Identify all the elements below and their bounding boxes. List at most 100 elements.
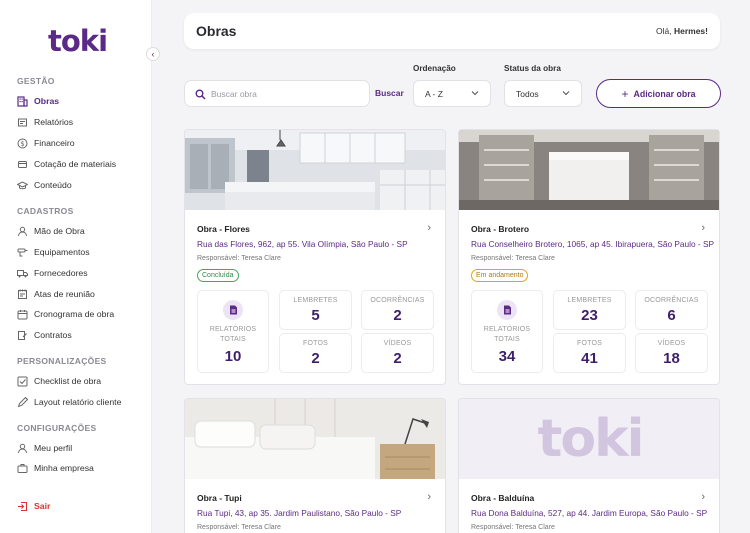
sidebar-item-label: Contratos: [34, 330, 72, 340]
chevron-left-icon: ‹: [151, 49, 155, 59]
project-address: Rua Conselheiro Brotero, 1065, ap 45. Ib…: [471, 239, 715, 249]
sidebar-item-label: Mão de Obra: [34, 226, 85, 236]
sidebar-item-equipamentos[interactable]: Equipamentos: [17, 245, 90, 259]
truck-icon: [17, 268, 28, 279]
chevron-down-icon: [471, 89, 479, 99]
order-select[interactable]: A - Z: [413, 80, 491, 107]
logout-icon: [17, 501, 28, 512]
sidebar-item-label: Equipamentos: [34, 247, 90, 257]
dollar-icon: $: [17, 138, 28, 149]
page-title: Obras: [196, 23, 237, 39]
stat-photos: FOTOS 41: [553, 333, 626, 373]
plus-icon: +: [621, 86, 629, 101]
pencil-icon: [17, 396, 28, 408]
stat-label: VÍDEOS: [383, 340, 412, 347]
sidebar-item-contratos[interactable]: Contratos: [17, 328, 72, 342]
sidebar-item-label: Cronograma de obra: [34, 309, 115, 319]
user-greeting: Olá, Hermes!: [656, 26, 708, 36]
project-card-brotero[interactable]: Obra - Brotero › Rua Conselheiro Brotero…: [458, 129, 720, 385]
search-input[interactable]: [211, 87, 361, 101]
report-icon: [223, 300, 243, 320]
project-responsible: Responsável: Teresa Clare: [197, 524, 281, 531]
chevron-right-icon[interactable]: ›: [427, 222, 431, 234]
stat-reminders: LEMBRETES 5: [279, 290, 352, 330]
sidebar-item-label: Meu perfil: [34, 443, 73, 453]
sidebar-collapse-button[interactable]: ‹: [146, 47, 160, 61]
sidebar-item-obras[interactable]: Obras: [17, 94, 59, 108]
project-card-balduina[interactable]: toki Obra - Balduína › Rua Dona Balduína…: [458, 398, 720, 533]
sidebar-item-conteudo[interactable]: Conteúdo: [17, 178, 72, 192]
stat-value: 2: [311, 350, 320, 367]
sidebar-item-mao-de-obra[interactable]: Mão de Obra: [17, 224, 85, 238]
checklist-icon: [17, 376, 28, 387]
status-select[interactable]: Todos: [504, 80, 582, 107]
stat-label: RELATÓRIOS TOTAIS: [209, 326, 257, 343]
sidebar-item-label: Obras: [34, 96, 60, 106]
sidebar-item-financeiro[interactable]: $ Financeiro: [17, 136, 75, 150]
stat-value: 2: [393, 307, 402, 324]
stat-label: VÍDEOS: [657, 340, 686, 347]
sidebar-item-label: Checklist de obra: [34, 376, 102, 386]
project-photo-closet: [459, 130, 719, 210]
building-icon: [17, 95, 28, 107]
sidebar-item-label: Financeiro: [34, 138, 75, 148]
status-label: Status da obra: [504, 64, 561, 73]
sidebar-item-fornecedores[interactable]: Fornecedores: [17, 266, 88, 280]
stat-label: RELATÓRIOS TOTAIS: [483, 326, 531, 343]
status-badge: Em andamento: [471, 269, 529, 282]
section-title-gestao: GESTÃO: [17, 76, 55, 86]
document-icon: [17, 117, 28, 128]
stat-reports: RELATÓRIOS TOTAIS 34: [471, 290, 543, 373]
graduation-cap-icon: [17, 180, 28, 191]
project-card-flores[interactable]: Obra - Flores › Rua das Flores, 962, ap …: [184, 129, 446, 385]
sidebar-item-cronograma[interactable]: Cronograma de obra: [17, 307, 114, 321]
search-button[interactable]: Buscar: [375, 88, 404, 98]
chevron-right-icon[interactable]: ›: [701, 222, 705, 234]
notes-icon: [17, 289, 28, 300]
project-responsible: Responsável: Teresa Clare: [471, 255, 555, 262]
sidebar-item-label: Atas de reunião: [34, 289, 95, 299]
sidebar-item-label: Layout relatório cliente: [34, 397, 122, 407]
stat-reminders: LEMBRETES 23: [553, 290, 626, 330]
sidebar-item-layout-relatorio[interactable]: Layout relatório cliente: [17, 395, 121, 409]
page-header: Obras Olá, Hermes!: [184, 13, 720, 49]
sidebar-item-relatorios[interactable]: Relatórios: [17, 115, 73, 129]
sidebar-item-cotacao[interactable]: Cotação de materiais: [17, 157, 116, 171]
chevron-right-icon[interactable]: ›: [701, 491, 705, 503]
stat-label: OCORRÊNCIAS: [370, 297, 425, 304]
status-value: Todos: [516, 88, 539, 99]
person-icon: [17, 226, 28, 237]
sidebar-item-minha-empresa[interactable]: Minha empresa: [17, 461, 94, 475]
project-placeholder-logo: toki: [459, 399, 719, 479]
briefcase-icon: [17, 463, 28, 474]
chevron-down-icon: [562, 89, 570, 99]
project-photo-bedroom: [185, 399, 445, 479]
stat-value: 10: [224, 348, 242, 365]
project-title: Obra - Brotero: [471, 224, 530, 234]
person-icon: [17, 443, 28, 454]
logout-label: Sair: [34, 501, 51, 511]
project-address: Rua Dona Balduína, 527, ap 44. Jardim Eu…: [471, 508, 708, 518]
stat-reports: RELATÓRIOS TOTAIS 10: [197, 290, 269, 373]
project-responsible: Responsável: Teresa Clare: [471, 524, 555, 531]
stat-label: OCORRÊNCIAS: [644, 297, 699, 304]
stat-occurrences: OCORRÊNCIAS 2: [361, 290, 434, 330]
chevron-right-icon[interactable]: ›: [427, 491, 431, 503]
sidebar-item-label: Minha empresa: [34, 463, 94, 473]
project-title: Obra - Tupi: [197, 493, 242, 503]
project-card-tupi[interactable]: Obra - Tupi › Rua Tupi, 43, ap 35. Jardi…: [184, 398, 446, 533]
stat-label: LEMBRETES: [567, 297, 612, 304]
sidebar-item-meu-perfil[interactable]: Meu perfil: [17, 441, 72, 455]
svg-text:$: $: [20, 140, 24, 148]
logout-button[interactable]: Sair: [17, 499, 50, 513]
order-value: A - Z: [425, 88, 443, 99]
toki-logo[interactable]: toki: [48, 24, 108, 58]
sidebar-item-atas[interactable]: Atas de reunião: [17, 287, 95, 301]
stat-videos: VÍDEOS 2: [361, 333, 434, 373]
sidebar-item-checklist[interactable]: Checklist de obra: [17, 374, 101, 388]
sidebar-item-label: Conteúdo: [34, 180, 72, 190]
project-photo-kitchen: [185, 130, 445, 210]
add-project-button[interactable]: + Adicionar obra: [596, 79, 721, 108]
section-title-configuracoes: CONFIGURAÇÕES: [17, 423, 97, 433]
stat-value: 23: [581, 307, 598, 324]
